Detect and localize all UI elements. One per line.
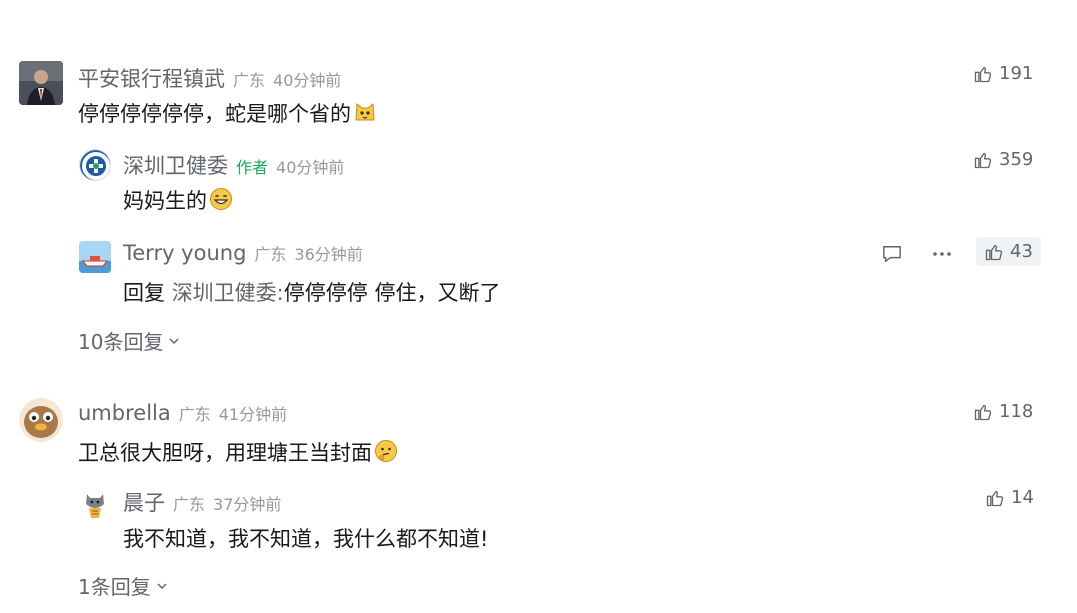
avatar[interactable] bbox=[79, 149, 111, 181]
like-count: 118 bbox=[999, 401, 1034, 422]
more-options-icon[interactable] bbox=[931, 244, 953, 264]
reply-text: 妈妈生的 bbox=[123, 185, 233, 215]
thinking-face-emoji bbox=[375, 440, 397, 462]
reply-icon[interactable] bbox=[881, 244, 903, 264]
thumbs-up-icon bbox=[985, 244, 1003, 260]
location: 广东 bbox=[233, 71, 266, 90]
chevron-down-icon bbox=[157, 582, 167, 589]
health-commission-logo-icon bbox=[80, 150, 110, 180]
user-photo-icon bbox=[19, 61, 63, 105]
view-more-replies-button[interactable]: 10条回复 bbox=[78, 326, 181, 355]
comment-text: 停停停停停停，蛇是哪个省的 bbox=[78, 98, 377, 128]
author-badge: 作者 bbox=[236, 158, 269, 177]
more-replies-label: 10条回复 bbox=[78, 330, 164, 354]
reply-target-user[interactable]: 深圳卫健委: bbox=[172, 281, 284, 305]
timestamp: 36分钟前 bbox=[294, 245, 363, 264]
username[interactable]: umbrella bbox=[78, 401, 171, 425]
reply-prefix: 回复 bbox=[123, 281, 165, 305]
avatar[interactable] bbox=[19, 398, 63, 442]
like-count: 359 bbox=[999, 149, 1034, 170]
boat-photo-icon bbox=[79, 241, 111, 273]
avatar[interactable] bbox=[79, 241, 111, 273]
username[interactable]: 晨子 bbox=[123, 487, 165, 517]
cat-face-emoji bbox=[355, 103, 375, 121]
like-count: 191 bbox=[999, 63, 1034, 84]
comment-text: 卫总很大胆呀，用理塘王当封面 bbox=[78, 437, 398, 467]
grinning-face-emoji bbox=[210, 188, 232, 210]
chevron-down-icon bbox=[169, 337, 179, 344]
more-replies-label: 1条回复 bbox=[78, 575, 151, 599]
reply-text: 我不知道，我不知道，我什么都不知道! bbox=[123, 527, 489, 551]
thumbs-up-icon bbox=[974, 404, 992, 420]
like-button[interactable]: 118 bbox=[973, 401, 1033, 422]
username[interactable]: Terry young bbox=[123, 241, 246, 265]
thumbs-up-icon bbox=[974, 152, 992, 168]
like-button[interactable]: 191 bbox=[973, 63, 1033, 84]
location: 广东 bbox=[178, 405, 211, 424]
like-count: 14 bbox=[1011, 487, 1034, 508]
view-more-replies-button[interactable]: 1条回复 bbox=[78, 571, 169, 600]
timestamp: 37分钟前 bbox=[213, 495, 282, 514]
thumbs-up-icon bbox=[974, 66, 992, 82]
location: 广东 bbox=[173, 495, 206, 514]
avatar[interactable] bbox=[79, 488, 111, 520]
like-button[interactable]: 359 bbox=[973, 149, 1033, 170]
cartoon-avatar-icon bbox=[19, 398, 63, 442]
username[interactable]: 平安银行程镇武 bbox=[78, 63, 225, 93]
reply-text: 回复 深圳卫健委:停停停停 停住，又断了 bbox=[123, 281, 501, 305]
timestamp: 41分钟前 bbox=[218, 405, 288, 424]
like-count: 43 bbox=[1010, 241, 1033, 262]
location: 广东 bbox=[254, 245, 287, 264]
like-button[interactable]: 43 bbox=[976, 237, 1041, 266]
like-button[interactable]: 14 bbox=[985, 487, 1034, 508]
thumbs-up-icon bbox=[986, 490, 1004, 506]
timestamp: 40分钟前 bbox=[276, 158, 345, 177]
tiger-avatar-icon bbox=[86, 494, 104, 518]
timestamp: 40分钟前 bbox=[273, 71, 342, 90]
username[interactable]: 深圳卫健委 bbox=[123, 150, 228, 180]
avatar[interactable] bbox=[19, 61, 63, 105]
